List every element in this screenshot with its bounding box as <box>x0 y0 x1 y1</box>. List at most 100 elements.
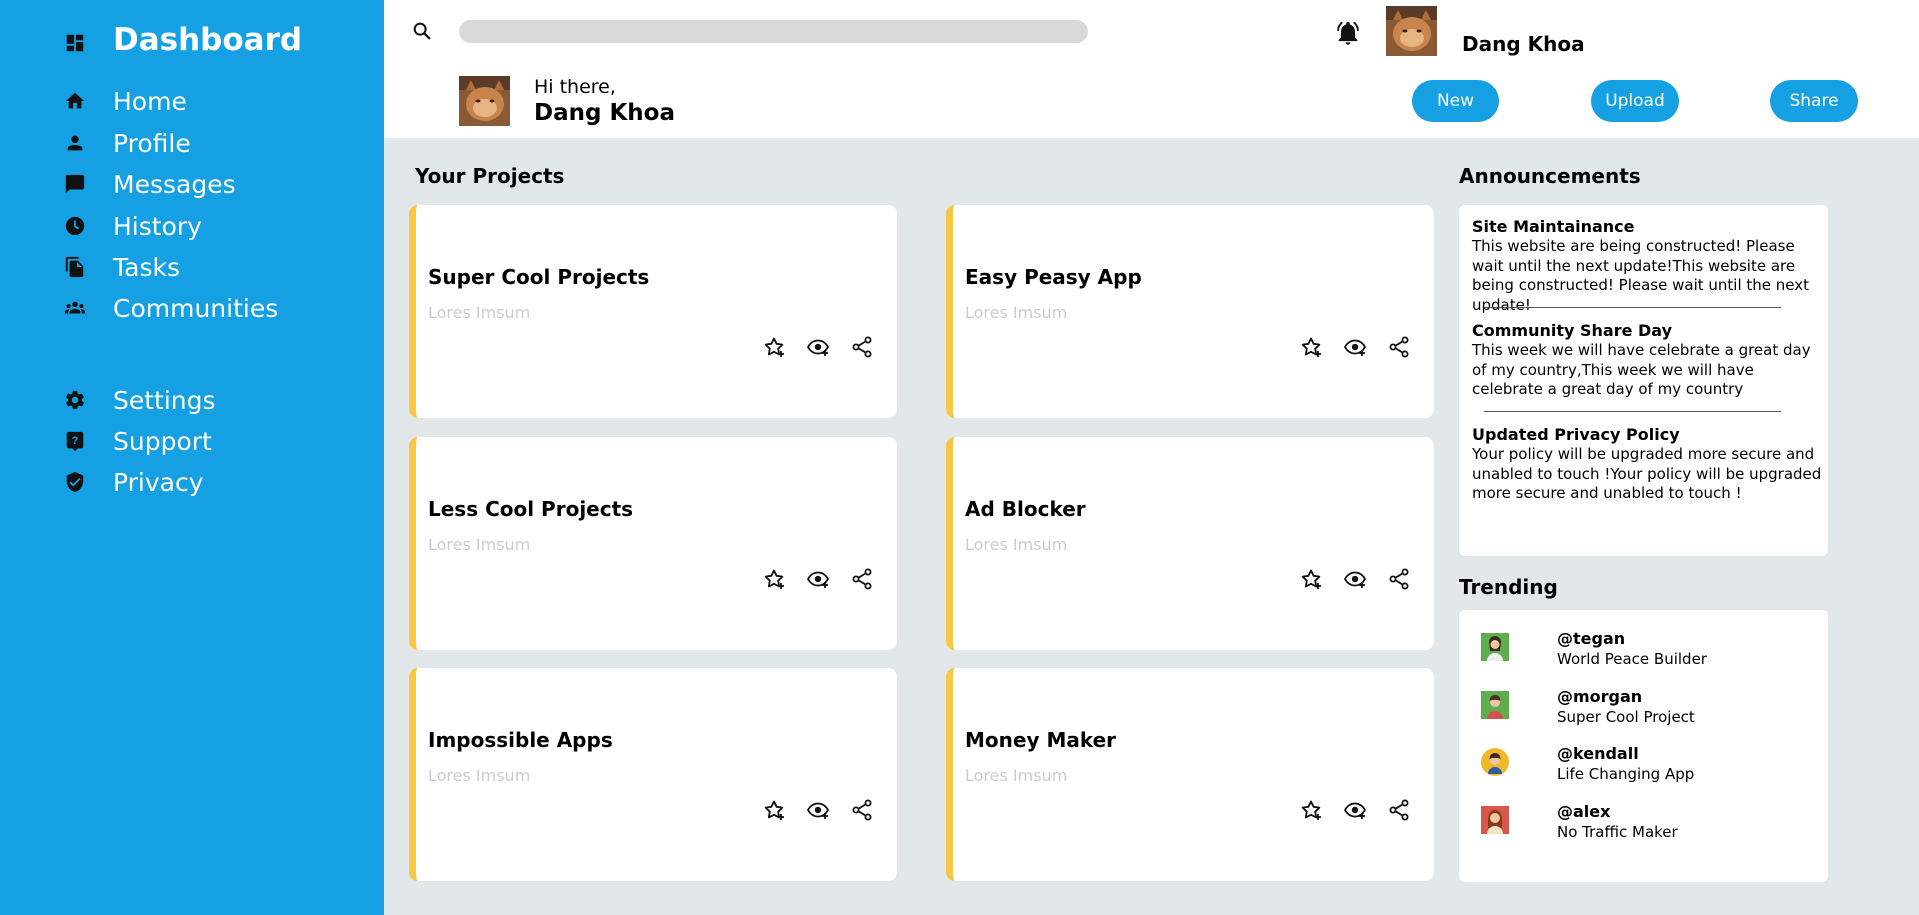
document-icon <box>62 254 88 280</box>
watch-icon[interactable] <box>1341 333 1368 360</box>
trending-handle: @morgan <box>1557 687 1643 706</box>
search-icon[interactable] <box>411 20 433 42</box>
project-card[interactable]: Impossible Apps Lores Imsum <box>409 668 897 881</box>
chat-icon <box>62 171 88 197</box>
share-icon[interactable] <box>848 796 875 823</box>
avatar <box>1481 691 1509 719</box>
share-icon[interactable] <box>848 333 875 360</box>
upload-button[interactable]: Upload <box>1591 80 1679 122</box>
header: Dang Khoa Hi there, Dang Khoa New Upload… <box>384 0 1919 138</box>
sidebar-item-label: Tasks <box>113 252 180 282</box>
dashboard-icon <box>62 30 88 56</box>
trending-desc: World Peace Builder <box>1557 650 1707 668</box>
sidebar-item-label: Profile <box>113 128 191 158</box>
project-card[interactable]: Easy Peasy App Lores Imsum <box>946 205 1434 418</box>
trending-item[interactable]: @kendall Life Changing App <box>1481 744 1811 792</box>
sidebar-item-label: History <box>113 211 202 241</box>
project-subtitle: Lores Imsum <box>965 766 1068 785</box>
announcement-title: Updated Privacy Policy <box>1472 425 1680 444</box>
card-actions <box>1297 333 1412 360</box>
avatar <box>1481 806 1509 834</box>
share-icon[interactable] <box>1385 796 1412 823</box>
watch-icon[interactable] <box>804 333 831 360</box>
project-card[interactable]: Super Cool Projects Lores Imsum <box>409 205 897 418</box>
sidebar-item-tasks[interactable]: Tasks <box>62 250 180 284</box>
new-button[interactable]: New <box>1412 80 1499 122</box>
card-actions <box>1297 796 1412 823</box>
announcements-title: Announcements <box>1459 164 1641 188</box>
greeting-text: Hi there, <box>534 76 616 98</box>
share-icon[interactable] <box>1385 333 1412 360</box>
share-button[interactable]: Share <box>1770 80 1858 122</box>
greeting-avatar <box>459 76 510 126</box>
project-title: Less Cool Projects <box>428 497 634 521</box>
share-icon[interactable] <box>848 565 875 592</box>
watch-icon[interactable] <box>1341 796 1368 823</box>
project-title: Super Cool Projects <box>428 265 650 289</box>
clock-icon <box>62 213 88 239</box>
search-input[interactable] <box>459 20 1088 43</box>
project-title: Money Maker <box>965 728 1117 752</box>
announcement-item[interactable]: Community Share Day This week we will ha… <box>1472 321 1822 400</box>
share-icon[interactable] <box>1385 565 1412 592</box>
project-card[interactable]: Money Maker Lores Imsum <box>946 668 1434 881</box>
person-icon <box>62 130 88 156</box>
project-subtitle: Lores Imsum <box>428 766 531 785</box>
header-username: Dang Khoa <box>1462 32 1585 56</box>
trending-desc: Super Cool Project <box>1557 708 1695 726</box>
star-add-icon[interactable] <box>760 565 787 592</box>
shield-icon <box>62 469 88 495</box>
star-add-icon[interactable] <box>760 796 787 823</box>
project-title: Ad Blocker <box>965 497 1086 521</box>
trending-item[interactable]: @morgan Super Cool Project <box>1481 687 1811 735</box>
watch-icon[interactable] <box>804 796 831 823</box>
sidebar-item-privacy[interactable]: Privacy <box>62 465 204 499</box>
home-icon <box>62 88 88 114</box>
help-icon: ? <box>62 428 88 454</box>
trending-handle: @alex <box>1557 802 1611 821</box>
sidebar-item-history[interactable]: History <box>62 209 202 243</box>
people-icon <box>62 295 88 321</box>
notification-bell-icon[interactable] <box>1334 19 1362 47</box>
watch-icon[interactable] <box>1341 565 1368 592</box>
sidebar-item-messages[interactable]: Messages <box>62 167 236 201</box>
star-add-icon[interactable] <box>1297 796 1324 823</box>
sidebar-item-home[interactable]: Home <box>62 84 187 118</box>
sidebar-item-label: Settings <box>113 385 216 415</box>
watch-icon[interactable] <box>804 565 831 592</box>
sidebar-item-profile[interactable]: Profile <box>62 126 191 160</box>
card-actions <box>760 796 875 823</box>
announcement-title: Community Share Day <box>1472 321 1673 340</box>
sidebar-item-support[interactable]: ? Support <box>62 424 212 458</box>
card-actions <box>760 565 875 592</box>
trending-handle: @kendall <box>1557 744 1639 763</box>
sidebar: Dashboard Home Profile Messages History … <box>0 0 384 915</box>
projects-title: Your Projects <box>415 164 565 188</box>
card-actions <box>760 333 875 360</box>
star-add-icon[interactable] <box>1297 565 1324 592</box>
project-card[interactable]: Less Cool Projects Lores Imsum <box>409 437 897 650</box>
gear-icon <box>62 387 88 413</box>
announcement-item[interactable]: Site Maintainance This website are being… <box>1472 217 1822 315</box>
avatar[interactable] <box>1386 6 1437 56</box>
trending-desc: Life Changing App <box>1557 765 1695 783</box>
announcement-body: This website are being constructed! Plea… <box>1472 237 1810 314</box>
star-add-icon[interactable] <box>760 333 787 360</box>
announcement-item[interactable]: Updated Privacy Policy Your policy will … <box>1472 425 1822 504</box>
sidebar-item-label: Support <box>113 426 212 456</box>
trending-title: Trending <box>1459 575 1558 599</box>
trending-handle: @tegan <box>1557 629 1626 648</box>
card-actions <box>1297 565 1412 592</box>
divider <box>1484 411 1781 412</box>
trending-item[interactable]: @alex No Traffic Maker <box>1481 802 1811 850</box>
project-subtitle: Lores Imsum <box>428 535 531 554</box>
star-add-icon[interactable] <box>1297 333 1324 360</box>
sidebar-brand[interactable]: Dashboard <box>62 22 302 60</box>
sidebar-brand-label: Dashboard <box>113 22 303 58</box>
project-card[interactable]: Ad Blocker Lores Imsum <box>946 437 1434 650</box>
sidebar-item-label: Privacy <box>113 467 204 497</box>
svg-text:?: ? <box>72 435 79 447</box>
trending-item[interactable]: @tegan World Peace Builder <box>1481 629 1811 677</box>
sidebar-item-communities[interactable]: Communities <box>62 291 278 325</box>
sidebar-item-settings[interactable]: Settings <box>62 383 216 417</box>
